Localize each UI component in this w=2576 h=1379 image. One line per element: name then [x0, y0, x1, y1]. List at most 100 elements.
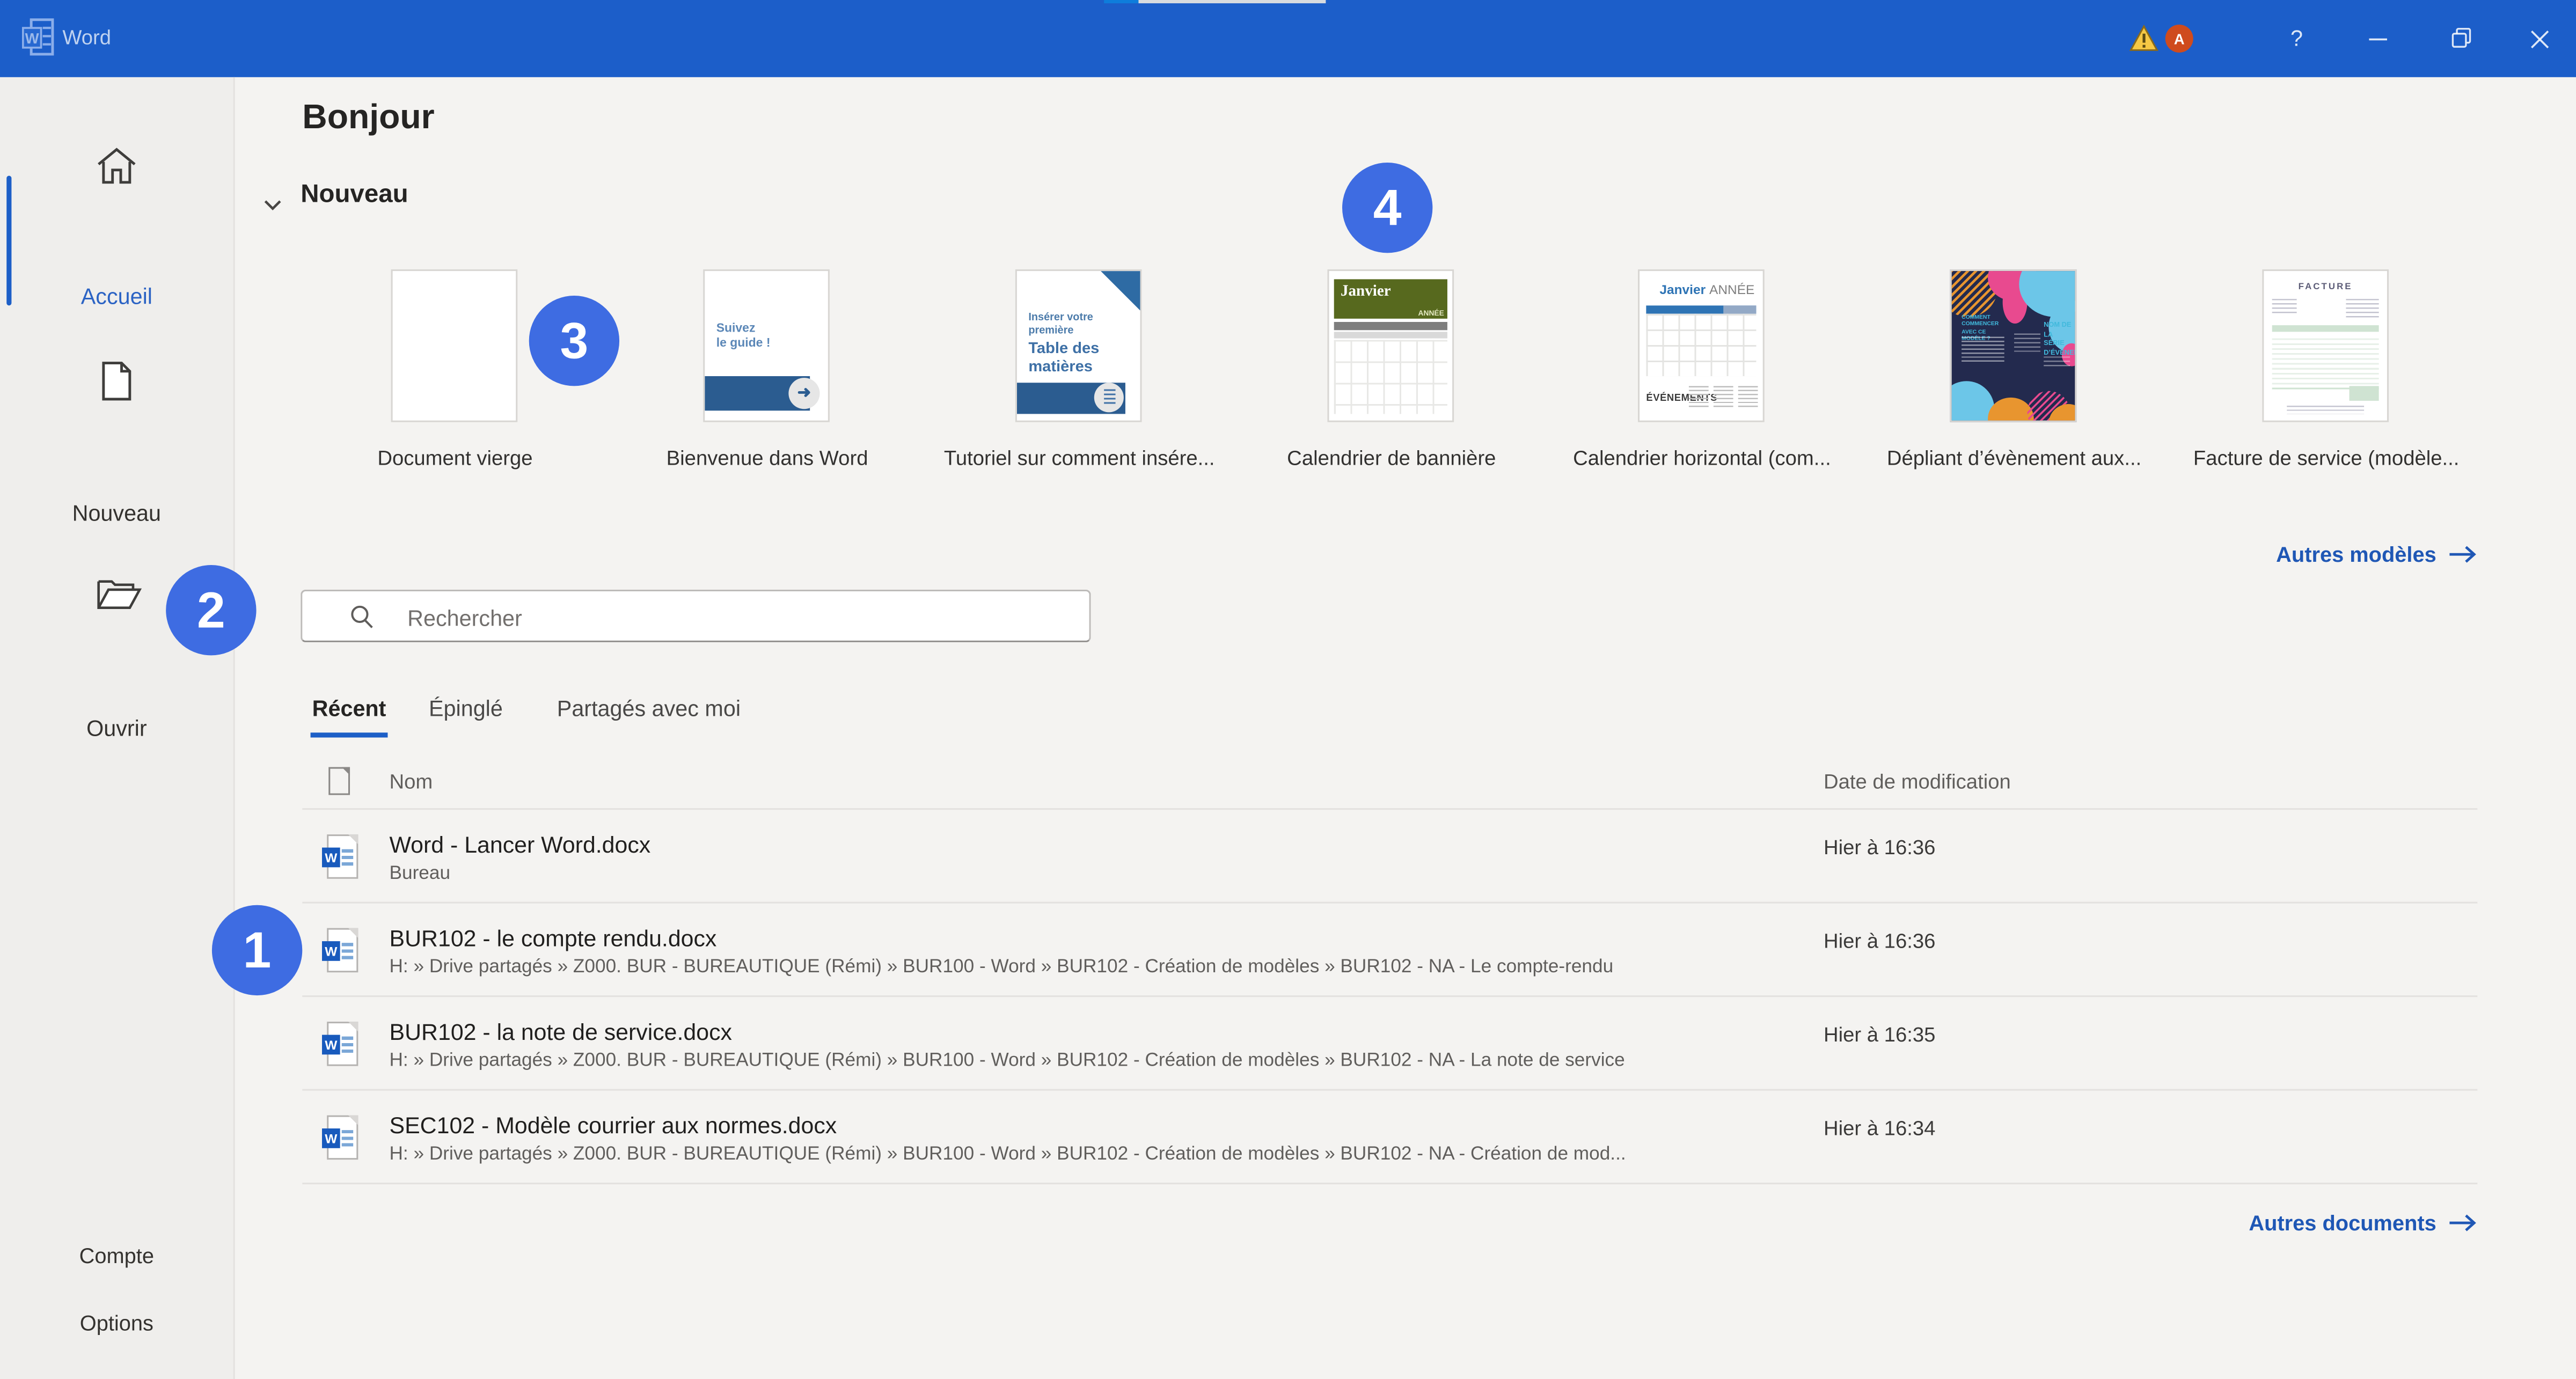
document-row[interactable]: W Word - Lancer Word.docx Bureau Hier à …: [302, 810, 2477, 903]
template-welcome-word[interactable]: Suivez le guide ! ➜: [703, 269, 830, 422]
page-title: Bonjour: [302, 99, 434, 138]
more-documents-label: Autres documents: [2249, 1211, 2436, 1235]
template-service-invoice[interactable]: FACTURE: [2262, 269, 2389, 422]
calendar-gray-bar: [1334, 322, 1447, 330]
arrow-right-icon: ➜: [788, 378, 819, 409]
document-name: SEC102 - Modèle courrier aux normes.docx: [390, 1112, 837, 1138]
arrow-right-icon: [2449, 1214, 2477, 1232]
document-row[interactable]: W BUR102 - la note de service.docx H: » …: [302, 997, 2477, 1090]
template-event-flyer[interactable]: COMMENT COMMENCER AVEC CE MODÈLE ? NOM D…: [1950, 269, 2077, 422]
calendar-grid: [1334, 340, 1447, 414]
column-header-name[interactable]: Nom: [390, 771, 433, 794]
open-folder-icon: [93, 571, 140, 626]
document-modified: Hier à 16:36: [1824, 930, 1935, 953]
document-name: BUR102 - le compte rendu.docx: [390, 925, 717, 951]
close-button[interactable]: [2512, 0, 2568, 77]
home-icon: [93, 143, 140, 197]
sidebar-item-compte[interactable]: Compte: [0, 1243, 233, 1268]
text-lines: [1714, 386, 1733, 409]
column-header-modified[interactable]: Date de modification: [1824, 771, 2011, 794]
calendar-grid: [1646, 314, 1756, 376]
document-list: W Word - Lancer Word.docx Bureau Hier à …: [302, 808, 2477, 1184]
tab-shared[interactable]: Partagés avec moi: [557, 696, 741, 721]
main-content: Bonjour Nouveau Suivez le guide ! ➜ Insé…: [235, 77, 2576, 1379]
app-title: Word: [62, 26, 111, 49]
text-lines: [1689, 386, 1709, 409]
document-location: Bureau: [390, 864, 451, 884]
active-tab-underline: [311, 732, 388, 737]
document-modified: Hier à 16:36: [1824, 836, 1935, 859]
template-blank-document[interactable]: [391, 269, 518, 422]
search-input[interactable]: [404, 593, 1068, 642]
search-icon: [350, 605, 375, 629]
invoice-rows: [2272, 339, 2379, 390]
maximize-button[interactable]: [2433, 0, 2489, 77]
screen: W Word A ?: [0, 0, 2576, 1379]
top-edge-light-strip: [1138, 0, 1326, 3]
template-label: Dépliant d’évènement aux...: [1867, 447, 2162, 470]
document-row[interactable]: W SEC102 - Modèle courrier aux normes.do…: [302, 1091, 2477, 1184]
word-start-window: W Word A ?: [0, 0, 2576, 1379]
template-preview-title: Table des matières: [1028, 342, 1104, 378]
template-label: Bienvenue dans Word: [619, 447, 915, 470]
invoice-header-bar: [2272, 325, 2379, 332]
text-lines: [1962, 337, 2004, 363]
document-row[interactable]: W BUR102 - le compte rendu.docx H: » Dri…: [302, 904, 2477, 997]
word-file-icon: W: [322, 1022, 358, 1066]
title-bar: W Word A ?: [0, 0, 2576, 77]
document-modified: Hier à 16:34: [1824, 1117, 1935, 1140]
insert-doc-icon: [1094, 383, 1124, 412]
calendar-header-weekend: [1723, 305, 1756, 313]
document-list-header: Nom Date de modification: [302, 767, 2477, 810]
template-label: Tutoriel sur comment insére...: [932, 447, 1227, 470]
tab-pinned[interactable]: Épinglé: [429, 696, 503, 721]
chevron-down-icon[interactable]: [263, 190, 283, 220]
template-label: Calendrier horizontal (com...: [1554, 447, 1850, 470]
sidebar-item-label: Ouvrir: [0, 716, 233, 741]
text-lines: [2287, 406, 2364, 414]
word-app-icon: W: [21, 18, 57, 66]
sidebar-item-label: Nouveau: [0, 501, 233, 526]
template-label: Facture de service (modèle...: [2178, 447, 2474, 470]
top-edge-accent-strip: [1104, 0, 1138, 3]
flyer-heading: NOM DE LA SÉRIE D’ÉVÈNEMENTS: [2044, 320, 2075, 357]
word-file-icon: W: [322, 834, 358, 879]
sidebar: Accueil Nouveau Ouvrir Compte Options: [0, 77, 235, 1379]
template-preview-text: Insérer votre première: [1028, 312, 1094, 340]
tab-recent[interactable]: Récent: [312, 696, 386, 721]
template-banner-calendar[interactable]: Janvier ANNÉE: [1327, 269, 1454, 422]
svg-text:W: W: [25, 30, 39, 47]
document-name: BUR102 - la note de service.docx: [390, 1018, 732, 1045]
template-label: Calendrier de bannière: [1243, 447, 1539, 470]
annotation-badge-3: 3: [529, 296, 619, 386]
new-document-icon: [93, 358, 140, 412]
document-name: Word - Lancer Word.docx: [390, 831, 651, 857]
document-location: H: » Drive partagés » Z000. BUR - BUREAU…: [390, 958, 1614, 978]
calendar-days-row: [1334, 332, 1447, 338]
calendar-banner-header: Janvier ANNÉE: [1334, 279, 1447, 318]
more-templates-link[interactable]: Autres modèles: [302, 542, 2477, 567]
template-tutorial-toc[interactable]: Insérer votre première Table des matière…: [1015, 269, 1142, 422]
word-file-icon: W: [322, 1116, 358, 1160]
text-lines: [2346, 299, 2379, 319]
template-horizontal-calendar[interactable]: Janvier ANNÉE ÉVÉNEMENTS: [1638, 269, 1765, 422]
account-avatar[interactable]: A: [2165, 25, 2193, 53]
document-location: H: » Drive partagés » Z000. BUR - BUREAU…: [390, 1145, 1626, 1165]
minimize-button[interactable]: [2351, 0, 2407, 77]
more-documents-link[interactable]: Autres documents: [302, 1211, 2477, 1235]
calendar-title: Janvier ANNÉE: [1659, 283, 1754, 298]
word-file-icon: W: [322, 928, 358, 973]
sidebar-item-label: Accueil: [0, 284, 233, 309]
arrow-right-icon: [2449, 545, 2477, 563]
template-preview-text: Suivez le guide !: [716, 320, 771, 351]
text-lines: [2014, 333, 2040, 353]
document-modified: Hier à 16:35: [1824, 1023, 1935, 1046]
help-button[interactable]: ?: [2269, 0, 2325, 77]
template-label: Document vierge: [307, 447, 603, 470]
annotation-badge-2: 2: [166, 565, 256, 655]
warning-icon[interactable]: [2116, 0, 2172, 77]
sidebar-item-options[interactable]: Options: [0, 1311, 233, 1336]
new-section-title[interactable]: Nouveau: [301, 181, 408, 210]
file-icon: [328, 767, 350, 795]
more-templates-label: Autres modèles: [2276, 542, 2436, 567]
